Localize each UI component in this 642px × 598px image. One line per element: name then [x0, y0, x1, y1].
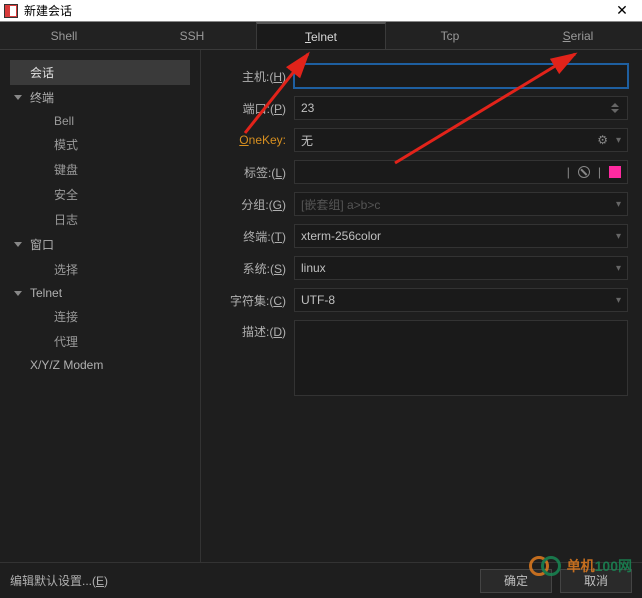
- group-input[interactable]: [嵌套组] a>b>c ▾: [294, 192, 628, 216]
- sidebar-item-log[interactable]: 日志: [0, 207, 200, 232]
- sidebar-item-security[interactable]: 安全: [0, 182, 200, 207]
- caret-down-icon: [14, 242, 22, 247]
- sidebar-group-window[interactable]: 窗口: [0, 232, 200, 257]
- charset-label: 字符集:(C): [214, 292, 294, 309]
- close-icon[interactable]: ✕: [606, 2, 638, 19]
- port-input[interactable]: 23: [294, 96, 628, 120]
- tab-serial[interactable]: Serial: [514, 22, 642, 49]
- tab-tcp[interactable]: Tcp: [386, 22, 514, 49]
- watermark: 单机100网: [529, 554, 632, 578]
- vertical-divider: [200, 50, 201, 562]
- system-label: 系统:(S): [214, 260, 294, 277]
- sidebar-item-select[interactable]: 选择: [0, 257, 200, 282]
- sidebar-group-telnet[interactable]: Telnet: [0, 282, 200, 304]
- clear-icon[interactable]: [578, 166, 590, 178]
- chevron-down-icon[interactable]: ▾: [616, 263, 621, 274]
- sidebar: 会话 终端 Bell 模式 键盘 安全 日志 窗口 选择 Telnet 连接 代…: [0, 50, 200, 562]
- app-icon: [4, 4, 18, 18]
- charset-select[interactable]: UTF-8 ▾: [294, 288, 628, 312]
- desc-textarea[interactable]: [294, 320, 628, 396]
- sidebar-item-keyboard[interactable]: 键盘: [0, 157, 200, 182]
- chevron-down-icon[interactable]: ▾: [616, 135, 621, 146]
- sidebar-item-bell[interactable]: Bell: [0, 110, 200, 132]
- form-panel: 主机:(H) 端口:(P) 23 OneKey: 无 ⚙▾ 标签:(L) || …: [200, 50, 642, 562]
- onekey-select[interactable]: 无 ⚙▾: [294, 128, 628, 152]
- onekey-label: OneKey:: [214, 133, 294, 147]
- host-input[interactable]: [294, 64, 628, 88]
- tab-ssh[interactable]: SSH: [128, 22, 256, 49]
- chevron-down-icon[interactable]: ▾: [616, 231, 621, 242]
- chevron-down-icon[interactable]: ▾: [616, 295, 621, 306]
- watermark-logo-icon: [529, 554, 563, 578]
- caret-down-icon: [14, 95, 22, 100]
- tag-input[interactable]: ||: [294, 160, 628, 184]
- terminal-select[interactable]: xterm-256color ▾: [294, 224, 628, 248]
- tab-telnet[interactable]: Telnet: [256, 22, 386, 49]
- title-bar: 新建会话 ✕: [0, 0, 642, 22]
- window-title: 新建会话: [24, 2, 606, 19]
- chevron-down-icon[interactable]: ▾: [616, 199, 621, 210]
- tab-shell[interactable]: Shell: [0, 22, 128, 49]
- tag-label: 标签:(L): [214, 164, 294, 181]
- edit-defaults-link[interactable]: 编辑默认设置...(E): [10, 572, 108, 589]
- group-label: 分组:(G): [214, 196, 294, 213]
- color-box-icon[interactable]: [609, 166, 621, 178]
- gear-icon[interactable]: ⚙: [597, 133, 608, 147]
- sidebar-item-mode[interactable]: 模式: [0, 132, 200, 157]
- sidebar-item-proxy[interactable]: 代理: [0, 329, 200, 354]
- system-select[interactable]: linux ▾: [294, 256, 628, 280]
- sidebar-item-connect[interactable]: 连接: [0, 304, 200, 329]
- caret-down-icon: [14, 291, 22, 296]
- desc-label: 描述:(D): [214, 320, 294, 340]
- spin-up-icon[interactable]: [611, 103, 619, 107]
- connection-tabs: Shell SSH Telnet Tcp Serial: [0, 22, 642, 50]
- sidebar-item-modem[interactable]: X/Y/Z Modem: [0, 354, 200, 376]
- sidebar-item-session[interactable]: 会话: [10, 60, 190, 85]
- spin-down-icon[interactable]: [611, 109, 619, 113]
- terminal-label: 终端:(T): [214, 228, 294, 245]
- sidebar-group-terminal[interactable]: 终端: [0, 85, 200, 110]
- host-label: 主机:(H): [214, 68, 294, 85]
- port-label: 端口:(P): [214, 100, 294, 117]
